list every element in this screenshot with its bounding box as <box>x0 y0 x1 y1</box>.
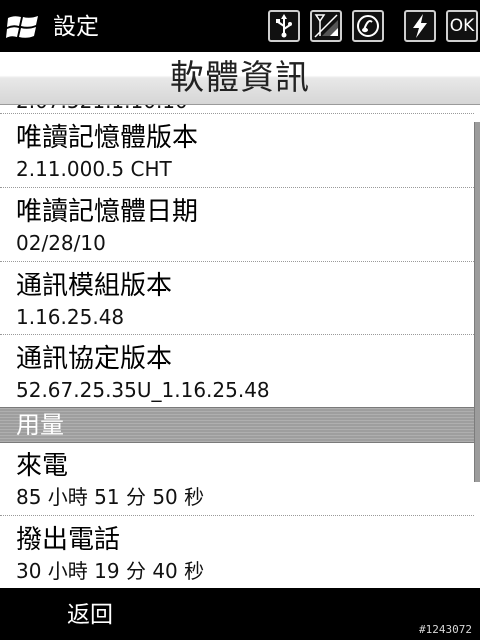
app-name[interactable]: 設定 <box>53 12 99 42</box>
scrollbar[interactable] <box>474 122 480 482</box>
incoming-calls-row[interactable]: 來電 85 小時 51 分 50 秒 <box>0 443 474 515</box>
title-bar: 軟體資訊 <box>0 52 480 105</box>
outgoing-calls-row[interactable]: 撥出電話 30 小時 19 分 40 秒 <box>0 517 474 588</box>
windows-start-icon[interactable] <box>6 12 40 42</box>
software-info-list[interactable]: 2.07.521.1.10.10 唯讀記憶體版本 2.11.000.5 CHT … <box>0 105 480 588</box>
protocol-version-row[interactable]: 通訊協定版本 52.67.25.35U_1.16.25.48 <box>0 336 474 408</box>
watermark: #1243072 <box>419 623 472 636</box>
rom-date-value: 02/28/10 <box>16 231 106 255</box>
page-title: 軟體資訊 <box>170 58 310 98</box>
list-divider <box>0 113 474 114</box>
usb-icon[interactable] <box>268 10 300 42</box>
rom-version-row[interactable]: 唯讀記憶體版本 2.11.000.5 CHT <box>0 115 474 187</box>
list-divider <box>0 187 474 188</box>
status-bar: 設定 OK <box>0 0 480 52</box>
back-softkey[interactable]: 返回 <box>0 588 180 640</box>
usage-section-header: 用量 <box>0 407 480 443</box>
protocol-version-label: 通訊協定版本 <box>16 344 173 374</box>
list-divider <box>0 515 474 516</box>
usage-section-title: 用量 <box>16 411 64 439</box>
sound-icon[interactable] <box>352 10 384 42</box>
outgoing-calls-label: 撥出電話 <box>16 525 121 555</box>
radio-version-row[interactable]: 通訊模組版本 1.16.25.48 <box>0 263 474 335</box>
charging-battery-icon[interactable] <box>404 10 436 42</box>
rom-date-row[interactable]: 唯讀記憶體日期 02/28/10 <box>0 189 474 261</box>
list-divider <box>0 261 474 262</box>
radio-version-label: 通訊模組版本 <box>16 271 173 301</box>
incoming-calls-label: 來電 <box>16 451 69 481</box>
softkey-bar: 返回 #1243072 <box>0 588 480 640</box>
rom-version-label: 唯讀記憶體版本 <box>16 123 199 153</box>
signal-off-icon[interactable] <box>310 10 342 42</box>
incoming-calls-value: 85 小時 51 分 50 秒 <box>16 485 205 509</box>
clipped-list-value: 2.07.521.1.10.10 <box>16 105 188 113</box>
radio-version-value: 1.16.25.48 <box>16 305 125 329</box>
rom-date-label: 唯讀記憶體日期 <box>16 197 199 227</box>
ok-button[interactable]: OK <box>446 10 478 42</box>
outgoing-calls-value: 30 小時 19 分 40 秒 <box>16 559 205 583</box>
rom-version-value: 2.11.000.5 CHT <box>16 157 172 181</box>
protocol-version-value: 52.67.25.35U_1.16.25.48 <box>16 378 270 402</box>
list-divider <box>0 334 474 335</box>
